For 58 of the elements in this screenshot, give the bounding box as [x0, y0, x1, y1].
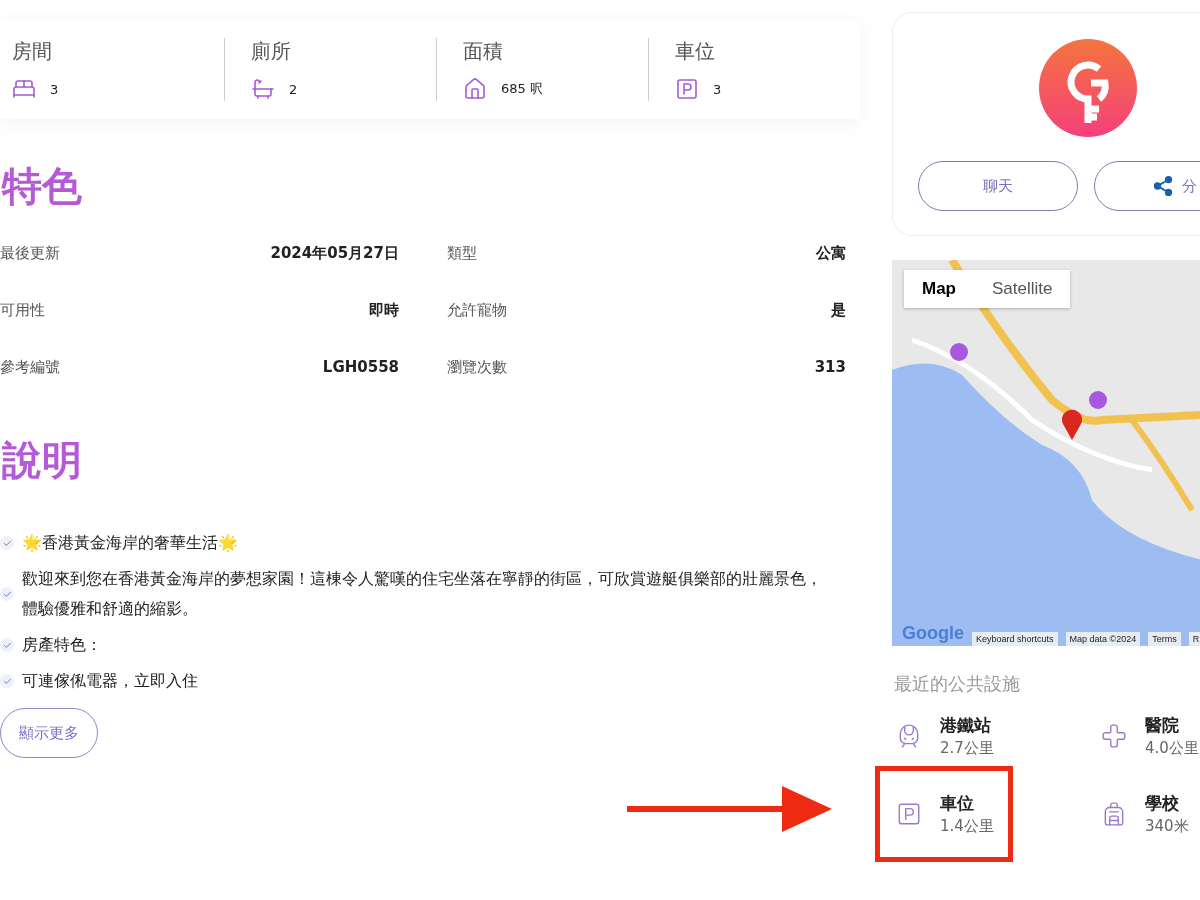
feature-label: 可用性 — [0, 301, 45, 320]
section-title: 特色 — [2, 162, 83, 211]
map-footer-link[interactable]: Terms — [1148, 632, 1181, 646]
parking-icon — [896, 801, 922, 827]
feature-value: 公寓 — [816, 244, 846, 263]
show-more-button[interactable]: 顯示更多 — [0, 708, 98, 758]
house-icon — [463, 77, 487, 101]
feature-value: 2024年05月27日 — [270, 244, 399, 263]
feature-label: 允許寵物 — [447, 301, 507, 320]
description-text: 房產特色： — [22, 634, 102, 656]
feature-value: LGH0558 — [322, 358, 399, 377]
stat-value: 3 — [713, 81, 722, 97]
facility-distance: 4.0公里 — [1145, 739, 1199, 758]
facility-name: 學校 — [1145, 792, 1180, 815]
stat-label: 房間 — [12, 38, 53, 65]
chat-button[interactable]: 聊天 — [918, 161, 1078, 211]
facility-distance: 2.7公里 — [940, 739, 994, 758]
stat-value: 2 — [289, 81, 298, 97]
stat-label: 廁所 — [251, 38, 292, 65]
feature-label: 參考編號 — [0, 358, 60, 377]
description-text: 歡迎來到您在香港黃金海岸的夢想家園！這棟令人驚嘆的住宅坐落在寧靜的街區，可欣賞遊艇俱樂部的壯麗景色，體驗優雅和舒適的縮影。 — [22, 568, 823, 620]
check-icon — [0, 587, 14, 601]
feature-value: 即時 — [369, 301, 399, 320]
check-icon — [0, 536, 14, 550]
stat-label: 面積 — [463, 38, 504, 65]
cross-icon — [1101, 723, 1127, 749]
map-type-tab[interactable]: Satellite — [974, 270, 1071, 308]
feature-label: 瀏覽次數 — [447, 358, 507, 377]
description-text: 可連傢俬電器，立即入住 — [22, 670, 198, 692]
map-logo: Google — [901, 623, 964, 645]
parking-icon — [675, 77, 699, 101]
bathtub-icon — [251, 77, 275, 101]
map-footer-link[interactable]: Map data ©2024 — [1065, 632, 1141, 646]
map-type-tab[interactable]: Map — [904, 270, 974, 308]
map-footer-link[interactable]: Keyboard shortcuts — [972, 632, 1058, 646]
key-logo-icon — [1039, 39, 1137, 137]
check-icon — [0, 674, 14, 688]
feature-value: 是 — [831, 301, 846, 320]
facility-name: 車位 — [940, 792, 975, 815]
share-button[interactable]: 分 — [1094, 161, 1200, 211]
facility-name: 醫院 — [1145, 714, 1180, 737]
arrow-icon — [627, 786, 832, 832]
section-title: 說明 — [2, 436, 83, 485]
bed-icon — [12, 77, 36, 101]
facility-distance: 1.4公里 — [940, 817, 994, 836]
feature-value: 313 — [814, 358, 846, 377]
facility-distance: 340米 — [1145, 817, 1189, 836]
stat-value: 685 呎 — [501, 80, 543, 98]
share-icon — [1151, 175, 1174, 197]
feature-label: 最後更新 — [0, 244, 60, 263]
facility-name: 港鐵站 — [940, 714, 992, 737]
stat-label: 車位 — [675, 38, 716, 65]
stat-value: 3 — [50, 81, 59, 97]
check-icon — [0, 638, 14, 652]
facilities-title: 最近的公共設施 — [894, 672, 1021, 696]
description-text: 🌟香港黃金海岸的奢華生活🌟 — [22, 532, 238, 554]
map[interactable]: Map Satellite Google Keyboard shortcuts Map data ©2024 Terms R — [892, 260, 1200, 646]
feature-label: 類型 — [447, 244, 477, 263]
